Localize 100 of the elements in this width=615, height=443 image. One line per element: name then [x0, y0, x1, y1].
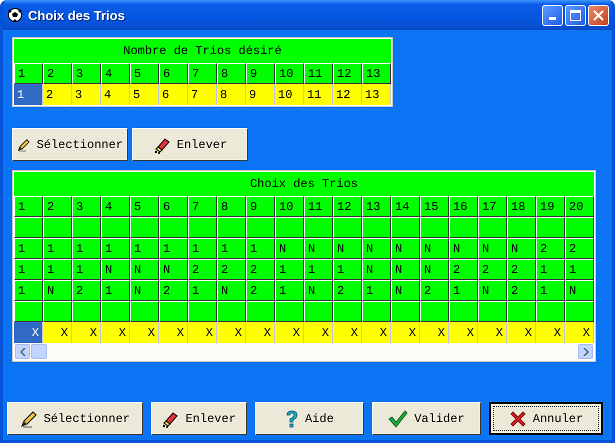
grid-cell	[246, 301, 275, 322]
column-header: 5	[130, 63, 159, 84]
grid-cell[interactable]: 11	[304, 84, 333, 105]
column-header: 14	[391, 196, 420, 217]
grid-cell[interactable]: X	[188, 322, 217, 343]
grid-title: Choix des Trios	[14, 172, 594, 196]
column-header: 15	[420, 196, 449, 217]
question-icon	[284, 410, 299, 428]
grid-cell: N	[420, 259, 449, 280]
grid-cell[interactable]: X	[101, 322, 130, 343]
column-header: 12	[333, 63, 362, 84]
grid-cell[interactable]: 2	[43, 84, 72, 105]
grid-cell[interactable]: X	[507, 322, 536, 343]
eraser-icon	[161, 410, 180, 428]
button[interactable]: Valider	[372, 402, 481, 435]
grid-cell[interactable]: X	[449, 322, 478, 343]
grid-cell	[362, 217, 391, 238]
grid-cell[interactable]: 9	[246, 84, 275, 105]
grid-cell: 2	[478, 259, 507, 280]
grid-cell[interactable]: 1	[14, 84, 43, 105]
grid-cell	[72, 301, 101, 322]
button[interactable]: Annuler	[488, 402, 603, 435]
minimize-button[interactable]	[542, 4, 563, 26]
grid-cell[interactable]: X	[159, 322, 188, 343]
grid-cell	[275, 301, 304, 322]
grid-cell[interactable]: X	[72, 322, 101, 343]
grid-cell: N	[130, 259, 159, 280]
column-header: 11	[304, 63, 333, 84]
column-header: 5	[130, 196, 159, 217]
grid-cell[interactable]: X	[420, 322, 449, 343]
grid-cell[interactable]: X	[14, 322, 43, 343]
grid-cell: N	[362, 238, 391, 259]
grid-cell	[159, 217, 188, 238]
scroll-thumb[interactable]	[31, 344, 47, 359]
grid-cell	[275, 217, 304, 238]
column-header: 1	[14, 196, 43, 217]
grid-cell: 2	[420, 280, 449, 301]
grid-cell	[391, 301, 420, 322]
grid-cell: 1	[72, 238, 101, 259]
grid-cell[interactable]: X	[304, 322, 333, 343]
grid-cell: 1	[536, 259, 565, 280]
column-header: 12	[333, 196, 362, 217]
column-header: 7	[188, 196, 217, 217]
grid-cell[interactable]: X	[275, 322, 304, 343]
grid-cell[interactable]: 10	[275, 84, 304, 105]
grid-cell[interactable]: 4	[101, 84, 130, 105]
grid-cell: 2	[536, 238, 565, 259]
grid-cell	[304, 301, 333, 322]
grid-cell: N	[420, 238, 449, 259]
grid-cell[interactable]: 5	[130, 84, 159, 105]
grid-cell	[130, 301, 159, 322]
grid-cell[interactable]: X	[43, 322, 72, 343]
column-header: 10	[275, 63, 304, 84]
column-header: 9	[246, 196, 275, 217]
grid-cell: 1	[130, 238, 159, 259]
grid-cell[interactable]: X	[478, 322, 507, 343]
grid-cell[interactable]: X	[391, 322, 420, 343]
column-header: 2	[43, 63, 72, 84]
grid-cell	[101, 301, 130, 322]
grid-cell: N	[391, 238, 420, 259]
column-header: 10	[275, 196, 304, 217]
grid-cell[interactable]: X	[565, 322, 594, 343]
grid-cell[interactable]: X	[217, 322, 246, 343]
button[interactable]: Aide	[254, 402, 364, 435]
grid-cell[interactable]: X	[333, 322, 362, 343]
grid-cell[interactable]: X	[246, 322, 275, 343]
grid-cell: 2	[246, 259, 275, 280]
scroll-left-button[interactable]	[15, 344, 30, 359]
grid-cell: N	[565, 280, 594, 301]
column-header: 4	[101, 63, 130, 84]
grid-cell: 1	[275, 280, 304, 301]
grid-cell: 2	[565, 238, 594, 259]
close-button[interactable]	[588, 4, 609, 26]
button[interactable]: Sélectionner	[12, 128, 128, 161]
grid-cell: N	[217, 280, 246, 301]
horizontal-scrollbar[interactable]	[14, 343, 594, 360]
grid-cell[interactable]: 6	[159, 84, 188, 105]
button[interactable]: Enlever	[150, 402, 247, 435]
grid-cell[interactable]: 13	[362, 84, 391, 105]
maximize-button[interactable]	[565, 4, 586, 26]
grid-cell[interactable]: 7	[188, 84, 217, 105]
check-icon	[388, 410, 408, 428]
grid-cell[interactable]: 3	[72, 84, 101, 105]
button[interactable]: Enlever	[132, 128, 248, 161]
grid-cell: 1	[536, 280, 565, 301]
grid-cell: 1	[275, 259, 304, 280]
column-header: 6	[159, 196, 188, 217]
column-header: 11	[304, 196, 333, 217]
column-header: 7	[188, 63, 217, 84]
grid-cell[interactable]: X	[362, 322, 391, 343]
scroll-right-button[interactable]	[578, 344, 593, 359]
grid-cell[interactable]: X	[536, 322, 565, 343]
grid-cell[interactable]: 8	[217, 84, 246, 105]
grid-cell[interactable]: X	[130, 322, 159, 343]
column-header: 13	[362, 63, 391, 84]
grid-cell	[101, 217, 130, 238]
grid-cell	[420, 301, 449, 322]
button[interactable]: Sélectionner	[7, 402, 143, 435]
column-header: 8	[217, 196, 246, 217]
grid-cell[interactable]: 12	[333, 84, 362, 105]
